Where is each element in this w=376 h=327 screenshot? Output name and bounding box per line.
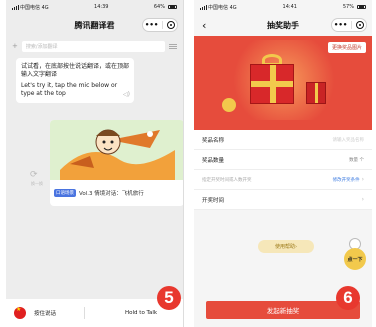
lottery-screen: 中国电信 4G 14:41 57% ‹ 抽奖助手 ••• 更换奖品图片 奖品名称… xyxy=(194,0,372,327)
battery-icon xyxy=(356,5,366,9)
capsule-divider xyxy=(351,21,353,29)
signal-icon xyxy=(12,4,19,10)
prize-count-label: 奖品数量 xyxy=(202,157,225,164)
nav-bar: 腾讯翻译君 ••• xyxy=(6,14,183,36)
page-title: 腾讯翻译君 xyxy=(74,20,115,30)
signal-icon xyxy=(200,4,207,10)
battery-percent: 64% xyxy=(153,4,165,10)
change-prize-image-button[interactable]: 更换奖品图片 xyxy=(327,42,366,53)
battery-icon xyxy=(167,5,177,9)
step-badge-6: 6 xyxy=(336,286,360,310)
hold-to-talk-cn-button[interactable]: 按住说话 xyxy=(34,309,56,317)
prize-name-label: 奖品名称 xyxy=(202,137,225,144)
mascot-label: 点一下 xyxy=(347,256,363,263)
back-chevron-icon[interactable]: ‹ xyxy=(202,19,206,32)
card-tag: 口语场景 xyxy=(54,189,76,197)
mini-program-capsule: ••• xyxy=(331,18,367,32)
battery-indicator: 57% xyxy=(343,4,366,10)
form-row-draw-time[interactable]: 开奖时间 › xyxy=(194,190,372,210)
card-title: Vol.3 情境对话：飞机旅行 xyxy=(79,191,144,197)
form-row-prize-count[interactable]: 奖品数量 数量 个 xyxy=(194,150,372,170)
menu-icon[interactable] xyxy=(169,43,177,49)
search-row: + 搜索/添加翻译 xyxy=(12,38,177,54)
more-button[interactable]: ••• xyxy=(334,21,347,29)
refresh-label: 换一换 xyxy=(31,181,43,186)
signal-indicator: 中国电信 4G xyxy=(200,4,237,11)
page-title: 抽奖助手 xyxy=(267,20,299,30)
tap-mascot-button[interactable]: 点一下 xyxy=(344,248,366,270)
chevron-right-icon: › xyxy=(361,176,364,183)
bottom-bar: 按住说话 Hold to Talk xyxy=(6,299,183,327)
battery-indicator: 64% xyxy=(154,4,177,10)
chevron-right-icon: › xyxy=(295,243,297,250)
china-flag-icon[interactable] xyxy=(14,306,26,319)
form-row-draw-condition[interactable]: 指定开奖时间或人数开奖 修改开奖条件 › xyxy=(194,170,372,190)
draw-condition-label: 指定开奖时间或人数开奖 xyxy=(202,177,252,183)
form-row-prize-name[interactable]: 奖品名称 请输入奖品名称 xyxy=(194,130,372,150)
red-envelope-icon xyxy=(306,82,326,104)
change-condition-link[interactable]: 修改开奖条件 xyxy=(333,178,360,183)
welcome-bubble: 试试看，在底部按住说话翻译，或在顶部输入文字翻译 Let's try it, t… xyxy=(16,58,134,103)
prize-name-input[interactable]: 请输入奖品名称 xyxy=(333,137,365,143)
translator-screen: 中国电信 4G 14:39 64% 腾讯翻译君 ••• + 搜索/添加翻译 试试… xyxy=(6,0,184,327)
signal-indicator: 中国电信 4G xyxy=(12,4,49,11)
refresh-icon[interactable]: ⟳ xyxy=(30,170,38,180)
speaker-icon[interactable]: ◁) xyxy=(123,91,130,99)
scenario-card[interactable]: 口语场景 Vol.3 情境对话：飞机旅行 xyxy=(50,120,183,206)
carrier-label: 中国电信 4G xyxy=(208,4,237,11)
bar-divider xyxy=(84,307,86,319)
close-target-icon[interactable] xyxy=(167,21,176,29)
capsule-divider xyxy=(162,21,164,29)
close-target-icon[interactable] xyxy=(356,21,365,29)
search-input[interactable]: 搜索/添加翻译 xyxy=(21,40,165,52)
card-illustration xyxy=(50,120,183,180)
mini-program-capsule: ••• xyxy=(142,18,178,32)
gift-box-icon xyxy=(250,64,294,104)
welcome-text-en: Let's try it, tap the mic below or type … xyxy=(21,82,118,97)
step-badge-5: 5 xyxy=(157,286,181,310)
welcome-text-cn: 试试看，在底部按住说话翻译，或在顶部输入文字翻译 xyxy=(21,63,130,78)
card-caption: 口语场景 Vol.3 情境对话：飞机旅行 xyxy=(50,180,183,206)
prize-form: 奖品名称 请输入奖品名称 奖品数量 数量 个 指定开奖时间或人数开奖 修改开奖条… xyxy=(194,130,372,210)
clock: 14:39 xyxy=(94,4,109,10)
add-icon[interactable]: + xyxy=(12,42,18,50)
help-button-label: 使用帮助 xyxy=(274,244,295,250)
carrier-label: 中国电信 4G xyxy=(20,4,49,11)
chevron-right-icon[interactable]: › xyxy=(362,196,364,203)
battery-percent: 57% xyxy=(342,4,354,10)
hold-to-talk-en-button[interactable]: Hold to Talk xyxy=(125,310,157,316)
status-bar: 中国电信 4G 14:39 64% xyxy=(6,0,183,14)
draw-time-label: 开奖时间 xyxy=(202,197,225,204)
prize-hero-banner: 更换奖品图片 xyxy=(194,36,372,130)
cartoon-plane-illustration xyxy=(60,129,175,180)
status-bar: 中国电信 4G 14:41 57% xyxy=(194,0,372,14)
more-button[interactable]: ••• xyxy=(145,21,158,29)
nav-bar: ‹ 抽奖助手 ••• xyxy=(194,14,372,36)
help-button[interactable]: 使用帮助 › xyxy=(258,240,314,253)
coin-icon xyxy=(222,98,236,112)
prize-count-input[interactable]: 数量 个 xyxy=(349,157,364,163)
clock: 14:41 xyxy=(282,4,297,10)
